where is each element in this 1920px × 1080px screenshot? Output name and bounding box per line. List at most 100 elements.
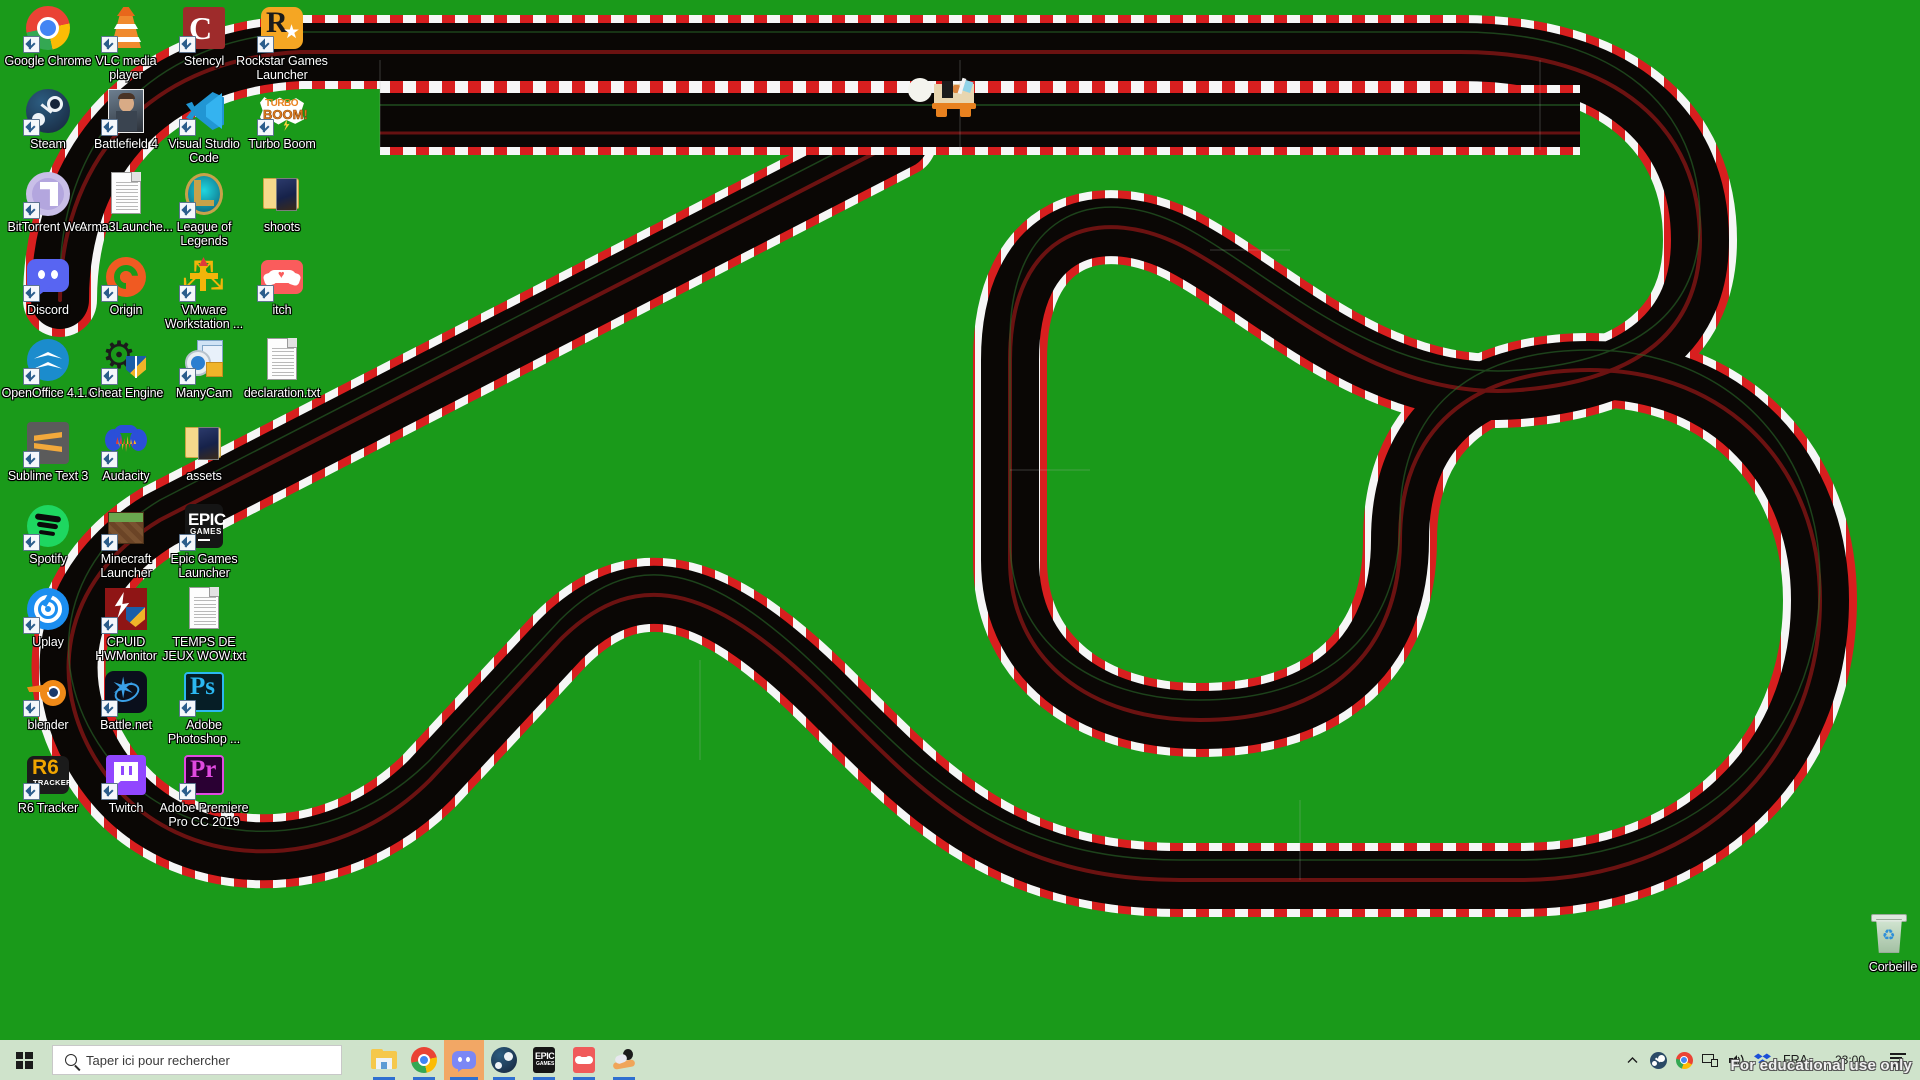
cheatengine-icon: ⚙ (101, 335, 150, 385)
taskbar-item-file-explorer[interactable] (364, 1040, 404, 1080)
desktop-icon[interactable]: TURBO BOOM! Turbo Boom (234, 87, 330, 152)
taskbar-clock[interactable]: 23:00 (1816, 1053, 1884, 1067)
desktop-icon-label: Adobe Premiere Pro CC 2019 (159, 801, 249, 829)
document-icon (102, 170, 150, 218)
sublime-icon (23, 419, 72, 468)
desktop-icon[interactable]: R ★ Rockstar Games Launcher (234, 4, 330, 82)
document-icon (180, 585, 228, 633)
shortcut-arrow-icon (101, 285, 118, 302)
desktop-icon[interactable]: declaration.txt (234, 336, 330, 401)
minecraft-icon (101, 502, 150, 551)
tray-language-indicator[interactable]: FRA (1775, 1053, 1816, 1067)
chrome-icon (411, 1047, 437, 1073)
twitch-icon (101, 751, 150, 800)
shortcut-arrow-icon (257, 36, 274, 53)
tray-network-icon[interactable] (1697, 1040, 1723, 1080)
desktop-icon-label: Adobe Photoshop ... (167, 718, 241, 746)
epic-icon: EPIC GAMES (531, 1047, 557, 1073)
tray-chrome-icon[interactable] (1671, 1040, 1697, 1080)
lol-icon (179, 170, 228, 219)
shortcut-arrow-icon (257, 119, 274, 136)
search-input[interactable]: Taper ici pour rechercher (52, 1045, 342, 1075)
premiere-icon: Pr (179, 751, 228, 800)
shortcut-arrow-icon (101, 783, 118, 800)
system-tray: FRA 23:00 (1619, 1040, 1920, 1080)
taskbar-item-steam[interactable] (484, 1040, 524, 1080)
player-kart (908, 77, 982, 118)
kart-driver-helmet (942, 81, 953, 98)
file-explorer-icon (371, 1047, 397, 1073)
shortcut-arrow-icon (23, 202, 40, 219)
shortcut-arrow-icon (23, 119, 40, 136)
discord-icon (451, 1047, 477, 1073)
gamepad-icon (571, 1047, 597, 1073)
desktop-icon-label: Turbo Boom (248, 137, 316, 151)
epic-icon: EPIC GAMES (179, 502, 228, 551)
folder-icon (180, 419, 228, 467)
battlefield-icon (101, 87, 150, 136)
vmware-icon: ⤢ ⤡ (179, 253, 228, 302)
desktop-icon[interactable]: assets (156, 419, 252, 484)
kart-wheel-rear (960, 107, 971, 117)
turboboom-icon: TURBO BOOM! (257, 87, 308, 136)
shortcut-arrow-icon (101, 534, 118, 551)
bittorrent-icon (23, 170, 72, 219)
stencyl-bird-icon (611, 1047, 637, 1073)
windows-logo-icon (15, 1051, 33, 1069)
desktop-icon[interactable]: TEMPS DE JEUX WOW.txt (156, 585, 252, 663)
search-icon (65, 1054, 77, 1066)
battlenet-icon: ✶ (101, 668, 150, 717)
desktop-icon[interactable]: Ps Adobe Photoshop ... (156, 668, 252, 746)
desktop-icon[interactable]: shoots (234, 170, 330, 235)
search-placeholder: Taper ici pour rechercher (86, 1052, 230, 1068)
shortcut-arrow-icon (179, 36, 196, 53)
shortcut-arrow-icon (179, 119, 196, 136)
desktop-icon[interactable]: ♥ itch (234, 253, 330, 318)
start-button[interactable] (0, 1040, 48, 1080)
taskbar: Taper ici pour rechercher EPIC GAMES FRA… (0, 1040, 1920, 1080)
shortcut-arrow-icon (23, 285, 40, 302)
desktop-icon[interactable]: Pr Adobe Premiere Pro CC 2019 (156, 751, 252, 829)
openoffice-icon (23, 336, 72, 385)
rockstar-icon: R ★ (257, 4, 306, 53)
shortcut-arrow-icon (101, 119, 118, 136)
kart-smoke (908, 78, 932, 102)
shortcut-arrow-icon (23, 534, 40, 551)
tray-overflow-chevron-icon[interactable] (1619, 1040, 1645, 1080)
shortcut-arrow-icon (179, 285, 196, 302)
tray-steam-icon[interactable] (1645, 1040, 1671, 1080)
shortcut-arrow-icon (179, 700, 196, 717)
shortcut-arrow-icon (23, 368, 40, 385)
desktop-icon-recycle-bin[interactable]: ♻ Corbeille (1845, 912, 1920, 975)
shortcut-arrow-icon (101, 368, 118, 385)
audacity-icon (101, 419, 150, 468)
shortcut-arrow-icon (23, 36, 40, 53)
shortcut-arrow-icon (23, 783, 40, 800)
uplay-icon (23, 585, 72, 634)
hwmonitor-icon (101, 585, 150, 634)
shortcut-arrow-icon (101, 617, 118, 634)
desktop-icon-label: Epic Games Launcher (170, 552, 238, 580)
desktop-icon-label: declaration.txt (243, 386, 321, 400)
chrome-icon (23, 4, 72, 53)
steam-icon (23, 87, 72, 136)
taskbar-item-epic[interactable]: EPIC GAMES (524, 1040, 564, 1080)
tray-volume-icon[interactable] (1723, 1040, 1749, 1080)
document-icon (258, 336, 306, 384)
vlc-icon (101, 4, 150, 53)
photoshop-icon: Ps (179, 668, 228, 717)
taskbar-item-gamepad[interactable] (564, 1040, 604, 1080)
clock-time: 23:00 (1834, 1053, 1866, 1067)
shortcut-arrow-icon (101, 36, 118, 53)
shortcut-arrow-icon (101, 451, 118, 468)
taskbar-item-stencyl-bird[interactable] (604, 1040, 644, 1080)
taskbar-item-chrome[interactable] (404, 1040, 444, 1080)
blender-icon (23, 668, 72, 717)
r6tracker-icon: R6 TRACKER (23, 751, 72, 800)
desktop-icon[interactable]: EPIC GAMES Epic Games Launcher (156, 502, 252, 580)
stencyl-icon: C (179, 4, 228, 53)
tray-dropbox-icon[interactable] (1749, 1040, 1775, 1080)
kart-wheel-front (936, 107, 947, 117)
action-center-icon[interactable] (1884, 1040, 1912, 1080)
taskbar-item-discord[interactable] (444, 1040, 484, 1080)
